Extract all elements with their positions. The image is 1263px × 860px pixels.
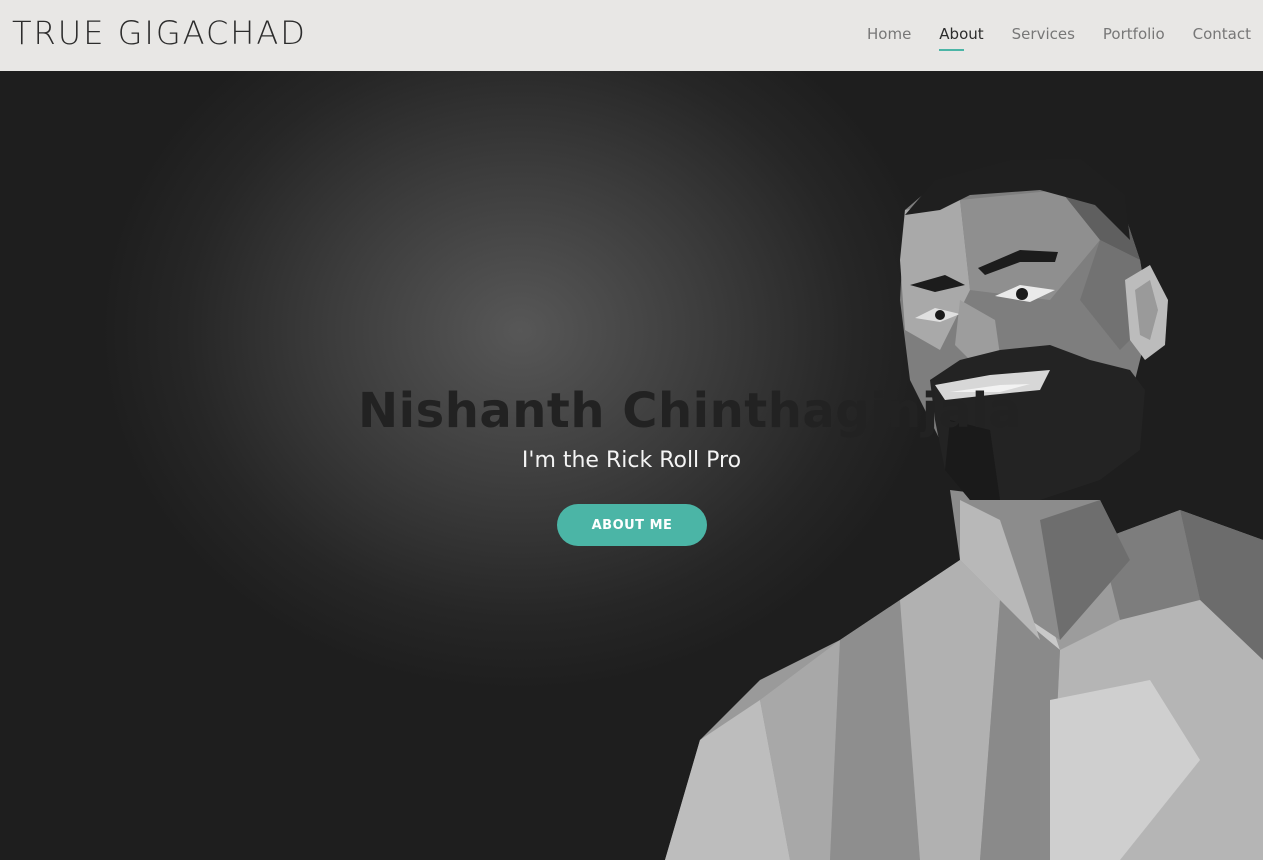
nav-services[interactable]: Services (1012, 25, 1075, 49)
hero-subtitle: I'm the Rick Roll Pro (521, 448, 742, 473)
hero-title: Nishanth Chinthaginjala (358, 383, 1022, 439)
main-nav: Home About Services Portfolio Contact (867, 25, 1251, 51)
nav-contact[interactable]: Contact (1193, 25, 1251, 49)
about-me-button[interactable]: ABOUT ME (557, 504, 707, 546)
hero-section: Nishanth Chinthaginjala I'm the Rick Rol… (0, 71, 1263, 860)
nav-home[interactable]: Home (867, 25, 911, 49)
nav-about[interactable]: About (939, 25, 984, 51)
navbar: TRUE GIGACHAD Home About Services Portfo… (0, 0, 1263, 71)
brand-logo[interactable]: TRUE GIGACHAD (12, 14, 307, 52)
nav-portfolio[interactable]: Portfolio (1103, 25, 1165, 49)
